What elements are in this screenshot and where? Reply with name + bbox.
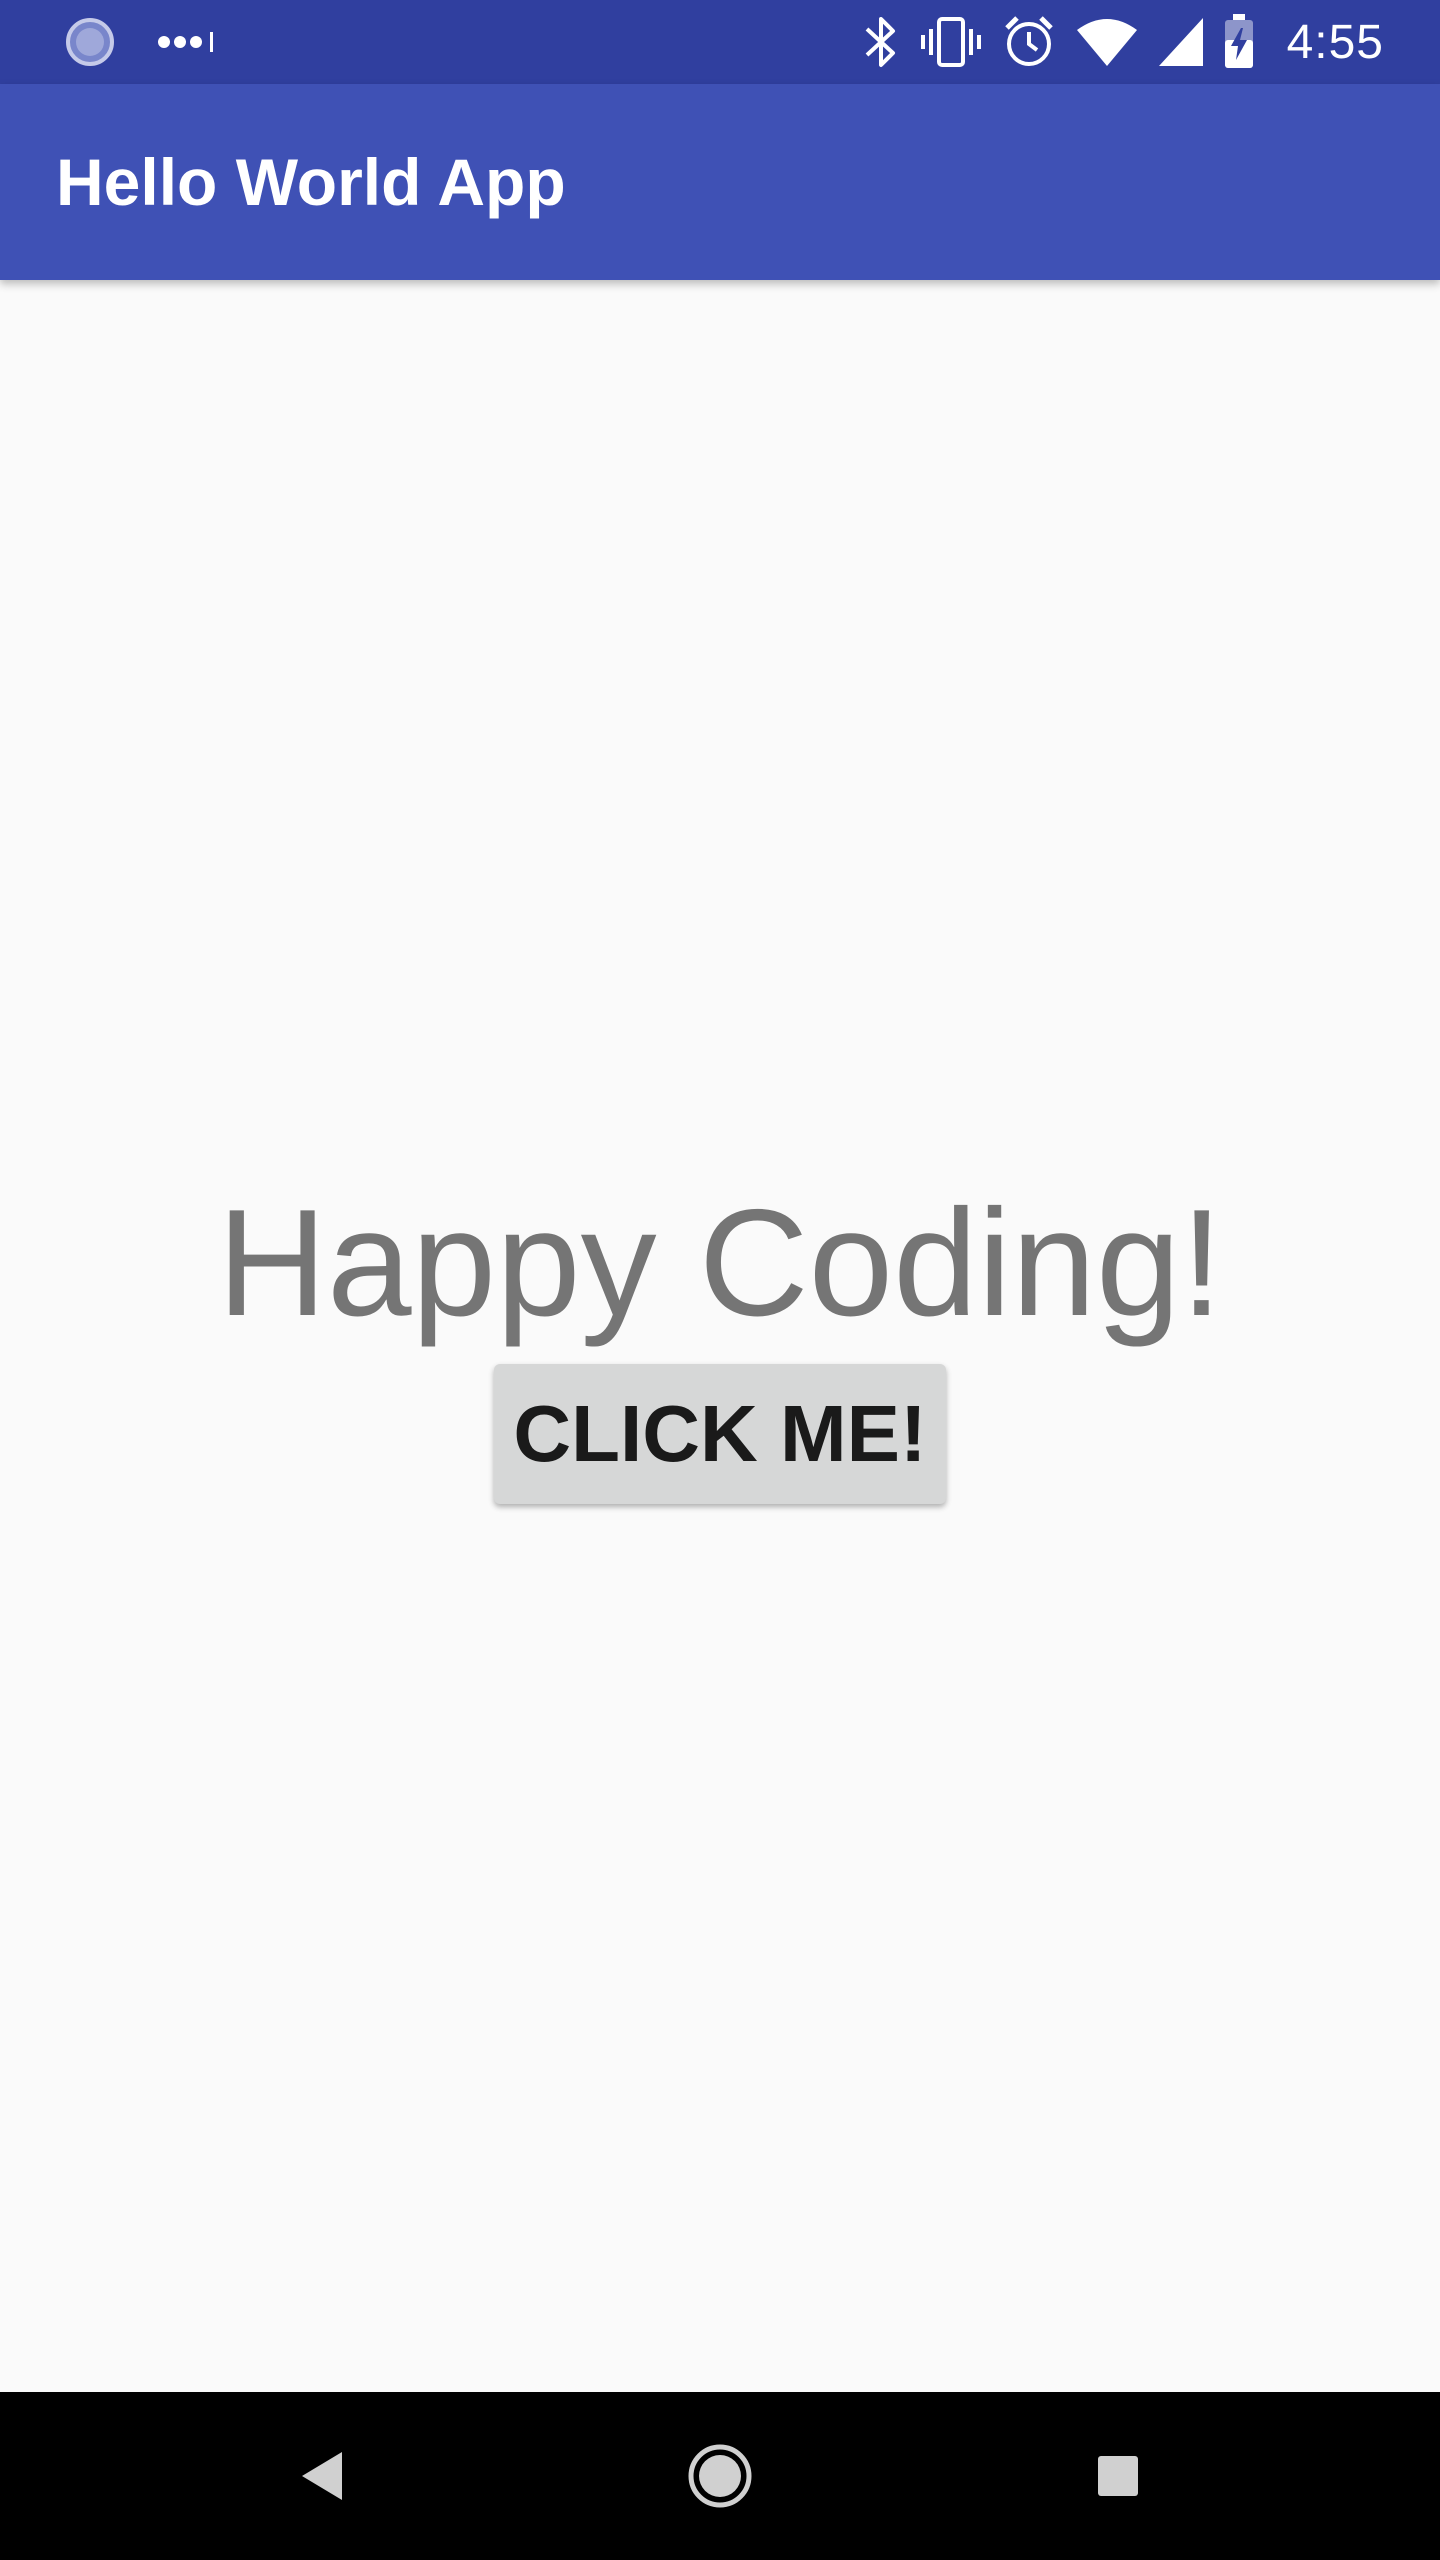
app-title: Hello World App [56, 145, 566, 219]
status-left [64, 16, 220, 68]
home-icon [686, 2442, 754, 2510]
click-me-button[interactable]: CLICK ME! [494, 1364, 946, 1504]
more-dots-icon [156, 30, 220, 54]
greeting-text: Happy Coding! [217, 1178, 1223, 1348]
cell-signal-icon [1157, 16, 1205, 68]
alarm-icon [1001, 14, 1057, 70]
app-bar: Hello World App [0, 84, 1440, 280]
home-button[interactable] [636, 2392, 804, 2560]
screen: 4:55 Hello World App Happy Coding! CLICK… [0, 0, 1440, 2560]
battery-charging-icon [1223, 14, 1255, 70]
status-time: 4:55 [1286, 15, 1384, 69]
vibrate-icon [919, 15, 983, 69]
wifi-icon [1075, 16, 1139, 68]
recents-button[interactable] [1034, 2392, 1202, 2560]
bluetooth-icon [861, 15, 901, 69]
status-bar: 4:55 [0, 0, 1440, 84]
status-right: 4:55 [861, 10, 1384, 74]
back-icon [298, 2448, 346, 2504]
recents-icon [1095, 2453, 1141, 2499]
loading-icon [64, 16, 116, 68]
main-content: Happy Coding! CLICK ME! [0, 280, 1440, 2392]
navigation-bar [0, 2392, 1440, 2560]
back-button[interactable] [238, 2392, 406, 2560]
